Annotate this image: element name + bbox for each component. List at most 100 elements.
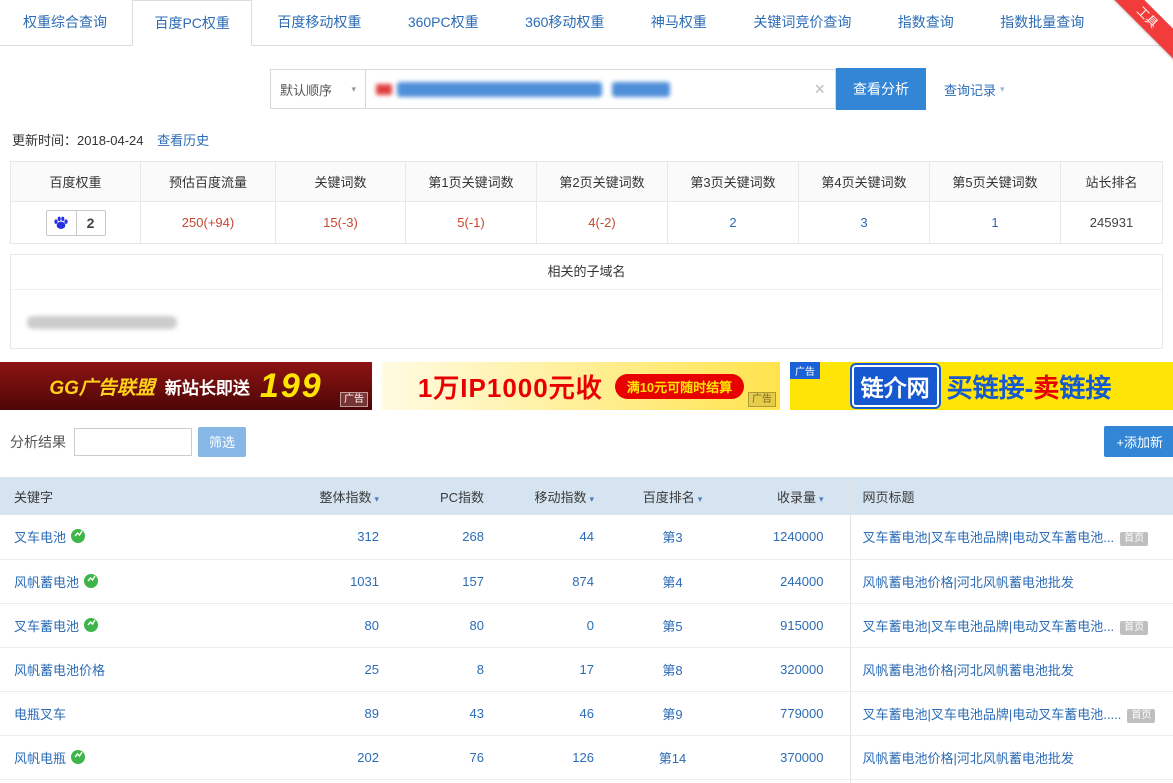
col-mobile-index[interactable]: 移动指数▾	[510, 477, 620, 515]
keyword-link[interactable]: 风帆蓄电池价格	[14, 663, 105, 678]
page-title-link[interactable]: 风帆蓄电池价格|河北风帆蓄电池批发	[863, 663, 1074, 678]
add-new-keyword-button[interactable]: +添加新	[1104, 426, 1173, 457]
query-history-link[interactable]: 查询记录 ▾	[944, 80, 1005, 99]
pc-index-value[interactable]: 80	[470, 618, 484, 633]
baidu-rank-value[interactable]: 第4	[662, 575, 682, 590]
homepage-badge: 首页	[1127, 709, 1155, 723]
sort-order-label: 默认顺序	[280, 80, 332, 99]
mobile-index-value[interactable]: 44	[580, 529, 594, 544]
indexed-volume-value[interactable]: 915000	[780, 618, 823, 633]
clear-input-icon[interactable]: ×	[814, 80, 825, 98]
tab-baidu-mobile-weight[interactable]: 百度移动权重	[256, 0, 382, 46]
keyword-link[interactable]: 风帆蓄电池	[14, 575, 79, 590]
mobile-index-value[interactable]: 17	[580, 662, 594, 677]
col-baidu-rank[interactable]: 百度排名▾	[620, 477, 725, 515]
homepage-badge: 首页	[1120, 621, 1148, 635]
baidu-rank-value[interactable]: 第3	[662, 530, 682, 545]
tab-index-query[interactable]: 指数查询	[877, 0, 975, 46]
overall-index-value[interactable]: 202	[357, 750, 379, 765]
overall-index-value[interactable]: 80	[365, 618, 379, 633]
page3-keywords-value[interactable]: 2	[668, 202, 799, 244]
mobile-index-value[interactable]: 46	[580, 706, 594, 721]
keyword-link[interactable]: 风帆电瓶	[14, 751, 66, 766]
chevron-down-icon: ▾	[1000, 84, 1005, 95]
overall-index-value[interactable]: 312	[357, 529, 379, 544]
ad-banner-ip-buy[interactable]: 1万IP1000元收 满10元可随时结算 广告	[382, 362, 780, 410]
ad-banner-lianjie[interactable]: 广告 链介网 买链接-卖链接	[790, 362, 1173, 410]
col-page-title: 网页标题	[850, 477, 1173, 515]
col-pc-index[interactable]: PC指数	[405, 477, 510, 515]
keyword-count-value[interactable]: 15(-3)	[276, 202, 406, 244]
tab-360-mobile-weight[interactable]: 360移动权重	[504, 0, 625, 46]
overall-index-value[interactable]: 25	[365, 662, 379, 677]
page: 权重综合查询 百度PC权重 百度移动权重 360PC权重 360移动权重 神马权…	[0, 0, 1173, 783]
keyword-trend-icon[interactable]	[84, 618, 98, 632]
redacted-query-mark	[376, 84, 392, 95]
analyze-button[interactable]: 查看分析	[836, 68, 926, 110]
indexed-volume-value[interactable]: 779000	[780, 706, 823, 721]
baidu-rank-value[interactable]: 第9	[662, 707, 682, 722]
keyword-link[interactable]: 叉车蓄电池	[14, 619, 79, 634]
sort-order-select[interactable]: 默认顺序 ▾	[270, 69, 366, 109]
pc-index-value[interactable]: 157	[462, 574, 484, 589]
baidu-rank-value[interactable]: 第5	[662, 619, 682, 634]
redacted-subdomain[interactable]	[27, 316, 177, 329]
mobile-index-value[interactable]: 874	[572, 574, 594, 589]
pc-index-value[interactable]: 43	[470, 706, 484, 721]
filter-button[interactable]: 筛选	[198, 427, 246, 457]
indexed-volume-value[interactable]: 1240000	[773, 529, 824, 544]
page-title-link[interactable]: 叉车蓄电池|叉车电池品牌|电动叉车蓄电池...	[863, 619, 1115, 634]
page-title-link[interactable]: 叉车蓄电池|叉车电池品牌|电动叉车蓄电池.....	[863, 707, 1122, 722]
pc-index-value[interactable]: 8	[477, 662, 484, 677]
baidu-weight-value: 2	[77, 211, 105, 235]
pc-index-value[interactable]: 76	[470, 750, 484, 765]
keyword-trend-icon[interactable]	[84, 574, 98, 588]
tab-index-batch-query[interactable]: 指数批量查询	[979, 0, 1105, 46]
keyword-link[interactable]: 电瓶叉车	[14, 707, 66, 722]
col-indexed-volume[interactable]: 收录量▾	[725, 477, 850, 515]
ad3-sell-char: 卖	[1033, 373, 1059, 403]
mobile-index-value[interactable]: 126	[572, 750, 594, 765]
overall-index-value[interactable]: 1031	[350, 574, 379, 589]
indexed-volume-value[interactable]: 244000	[780, 574, 823, 589]
tab-weight-combined[interactable]: 权重综合查询	[2, 0, 128, 46]
page-title-link[interactable]: 叉车蓄电池|叉车电池品牌|电动叉车蓄电池...	[863, 530, 1115, 545]
domain-search-input[interactable]: ×	[366, 69, 836, 109]
indexed-volume-value[interactable]: 320000	[780, 662, 823, 677]
ad-banner-gg-alliance[interactable]: GG广告联盟 新站长即送 199 广告	[0, 362, 372, 410]
pc-index-value[interactable]: 268	[462, 529, 484, 544]
filter-input[interactable]	[74, 428, 192, 456]
redacted-query-text	[397, 82, 602, 97]
baidu-rank-value[interactable]: 第14	[659, 751, 686, 766]
baidu-paw-icon	[47, 211, 77, 235]
page1-keywords-value[interactable]: 5(-1)	[406, 202, 537, 244]
page5-keywords-value[interactable]: 1	[930, 202, 1061, 244]
mobile-index-value[interactable]: 0	[587, 618, 594, 633]
page-title-link[interactable]: 风帆蓄电池价格|河北风帆蓄电池批发	[863, 751, 1074, 766]
page2-keywords-value[interactable]: 4(-2)	[537, 202, 668, 244]
page4-keywords-value[interactable]: 3	[799, 202, 930, 244]
keyword-link[interactable]: 叉车电池	[14, 530, 66, 545]
keyword-trend-icon[interactable]	[71, 529, 85, 543]
tab-keyword-bidding[interactable]: 关键词竞价查询	[732, 0, 872, 46]
baidu-weight-widget[interactable]: 2	[46, 210, 106, 236]
search-bar: 默认顺序 ▾ × 查看分析 查询记录 ▾	[0, 46, 1173, 110]
col-keyword-count: 关键词数	[276, 162, 406, 202]
baidu-rank-value[interactable]: 第8	[662, 663, 682, 678]
view-history-link[interactable]: 查看历史	[157, 133, 209, 148]
page-title-link[interactable]: 风帆蓄电池价格|河北风帆蓄电池批发	[863, 575, 1074, 590]
indexed-volume-value[interactable]: 370000	[780, 750, 823, 765]
tab-baidu-pc-weight[interactable]: 百度PC权重	[132, 0, 251, 46]
col-overall-index[interactable]: 整体指数▾	[300, 477, 405, 515]
col-baidu-weight: 百度权重	[11, 162, 141, 202]
update-time-row: 更新时间：2018-04-24 查看历史	[12, 130, 1173, 149]
tab-360-pc-weight[interactable]: 360PC权重	[387, 0, 500, 46]
overall-index-value[interactable]: 89	[365, 706, 379, 721]
table-row: 叉车电池 312 268 44 第3 1240000 叉车蓄电池|叉车电池品牌|…	[0, 515, 1173, 559]
analysis-result-label: 分析结果	[10, 432, 66, 452]
keyword-trend-icon[interactable]	[71, 750, 85, 764]
table-row: 电瓶叉车 89 43 46 第9 779000 叉车蓄电池|叉车电池品牌|电动叉…	[0, 691, 1173, 735]
est-traffic-value[interactable]: 250(+94)	[141, 202, 276, 244]
tab-shenma-weight[interactable]: 神马权重	[630, 0, 728, 46]
sort-caret-icon: ▾	[698, 494, 703, 504]
